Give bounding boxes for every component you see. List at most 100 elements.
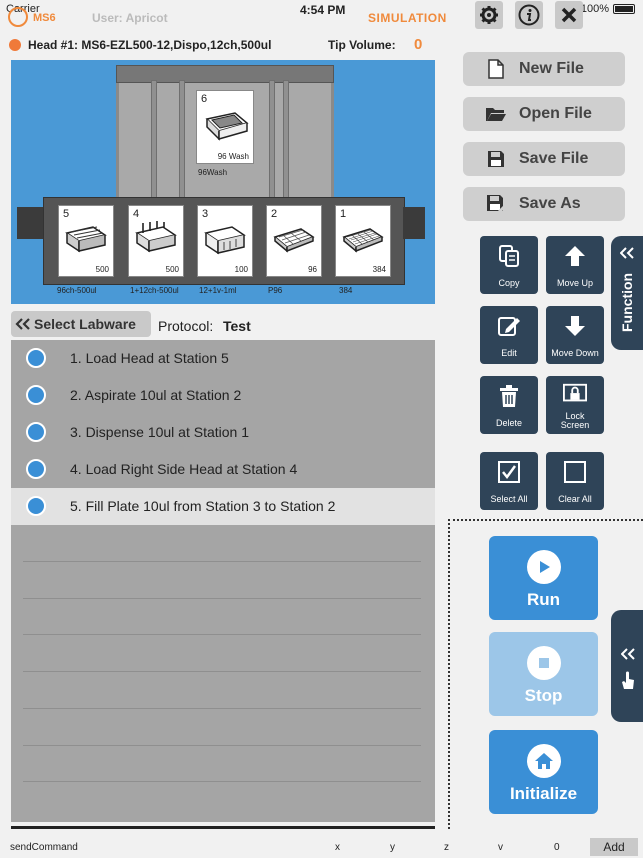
info-button[interactable]	[515, 1, 543, 29]
bay-3[interactable]: 3 100	[197, 205, 253, 277]
rail	[283, 80, 289, 205]
delete-button[interactable]: Delete	[480, 376, 538, 434]
divider	[23, 598, 421, 599]
select-labware-label: Select Labware	[34, 316, 136, 332]
move-down-button[interactable]: Move Down	[546, 306, 604, 364]
edit-button[interactable]: Edit	[480, 306, 538, 364]
list-bottom-border	[11, 826, 435, 829]
copy-label: Copy	[498, 278, 520, 288]
machine-top	[116, 65, 334, 83]
copy-button[interactable]: Copy	[480, 236, 538, 294]
bay-1[interactable]: 1 384	[335, 205, 391, 277]
info-icon	[518, 4, 540, 26]
protocol-label: Protocol:	[158, 318, 214, 334]
divider	[23, 671, 421, 672]
protocol-step-list[interactable]: 1. Load Head at Station 5 2. Aspirate 10…	[11, 340, 435, 822]
open-file-button[interactable]: Open File	[463, 97, 625, 131]
step-row[interactable]: 3. Dispense 10ul at Station 1	[11, 414, 435, 451]
save-file-button[interactable]: Save File	[463, 142, 625, 176]
stop-button[interactable]: Stop	[489, 632, 598, 716]
bay-value: 384	[372, 265, 386, 274]
hand-pointer-icon	[622, 671, 634, 689]
protocol-name: Test	[223, 318, 251, 334]
rail	[151, 80, 157, 205]
arrow-up-icon	[565, 246, 585, 266]
delete-label: Delete	[495, 418, 522, 428]
x-coordinate-label: x	[335, 842, 340, 853]
v-coordinate-value: 0	[554, 842, 560, 853]
step-radio-icon[interactable]	[26, 348, 46, 368]
battery-icon	[613, 4, 635, 14]
gear-icon	[480, 6, 498, 24]
divider	[23, 781, 421, 782]
tip-rack-icon	[135, 221, 177, 253]
double-chevron-left-icon	[620, 247, 634, 259]
send-command-label: sendCommand	[10, 842, 78, 853]
initialize-label: Initialize	[509, 784, 578, 803]
clock: 4:54 PM	[300, 3, 346, 17]
add-button[interactable]: Add	[590, 838, 638, 856]
step-label: 1. Load Head at Station 5	[70, 350, 229, 366]
step-radio-icon[interactable]	[26, 496, 46, 516]
manual-control-tab[interactable]	[611, 610, 643, 722]
trash-icon	[500, 385, 518, 407]
bay-5[interactable]: 5 500	[58, 205, 114, 277]
save-as-button[interactable]: Save As	[463, 187, 625, 221]
arrow-down-icon	[565, 316, 585, 336]
bay-2[interactable]: 2 96	[266, 205, 322, 277]
bay-4[interactable]: 4 500	[128, 205, 184, 277]
deck-endcap	[403, 207, 425, 239]
step-row[interactable]: 1. Load Head at Station 5	[11, 340, 435, 377]
head-status-dot	[9, 39, 21, 51]
step-row[interactable]: 4. Load Right Side Head at Station 4	[11, 451, 435, 488]
v-coordinate-label: v	[498, 842, 503, 853]
lock-screen-button[interactable]: Lock Screen	[546, 376, 604, 434]
checkbox-checked-icon	[498, 461, 520, 483]
rail	[269, 80, 275, 205]
lock-screen-icon	[563, 383, 587, 402]
new-file-label: New File	[519, 60, 584, 77]
divider	[23, 634, 421, 635]
clear-all-button[interactable]: Clear All	[546, 452, 604, 510]
stop-icon	[539, 658, 549, 668]
new-file-button[interactable]: New File	[463, 52, 625, 86]
lock-screen-label: Lock Screen	[560, 411, 590, 430]
floppy-disk-icon	[488, 151, 504, 167]
plate-96-icon	[273, 228, 315, 253]
new-file-icon	[488, 59, 504, 79]
divider	[23, 561, 421, 562]
step-label: 4. Load Right Side Head at Station 4	[70, 461, 298, 477]
tip-volume-label: Tip Volume:	[328, 38, 396, 52]
step-radio-icon[interactable]	[26, 385, 46, 405]
select-all-label: Select All	[490, 494, 528, 504]
user-label: User: Apricot	[92, 11, 168, 25]
step-radio-icon[interactable]	[26, 422, 46, 442]
battery-indicator: 100%	[581, 3, 635, 15]
move-down-label: Move Down	[551, 348, 599, 358]
z-coordinate-label: z	[444, 842, 449, 853]
bay-6[interactable]: 6 96 Wash	[196, 90, 254, 164]
run-button[interactable]: Run	[489, 536, 598, 620]
run-label: Run	[526, 590, 561, 609]
step-radio-icon[interactable]	[26, 459, 46, 479]
bay-value: 96	[308, 265, 317, 274]
function-tab-label: Function	[619, 272, 635, 332]
rail	[179, 80, 185, 205]
step-row[interactable]: 2. Aspirate 10ul at Station 2	[11, 377, 435, 414]
bay-value: 500	[95, 265, 109, 274]
select-all-button[interactable]: Select All	[480, 452, 538, 510]
stop-label: Stop	[524, 686, 563, 705]
initialize-button[interactable]: Initialize	[489, 730, 598, 814]
close-button[interactable]	[555, 1, 583, 29]
logo-icon	[8, 7, 28, 27]
move-up-label: Move Up	[556, 278, 593, 288]
step-label: 3. Dispense 10ul at Station 1	[70, 424, 250, 440]
bay-value: 96 Wash	[217, 152, 249, 161]
select-labware-button[interactable]: Select Labware	[11, 311, 151, 337]
step-label: 5. Fill Plate 10ul from Station 3 to Sta…	[70, 498, 336, 514]
step-label: 2. Aspirate 10ul at Station 2	[70, 387, 242, 403]
settings-button[interactable]	[475, 1, 503, 29]
copy-icon	[499, 245, 519, 267]
step-row-selected[interactable]: 5. Fill Plate 10ul from Station 3 to Sta…	[11, 488, 435, 525]
move-up-button[interactable]: Move Up	[546, 236, 604, 294]
